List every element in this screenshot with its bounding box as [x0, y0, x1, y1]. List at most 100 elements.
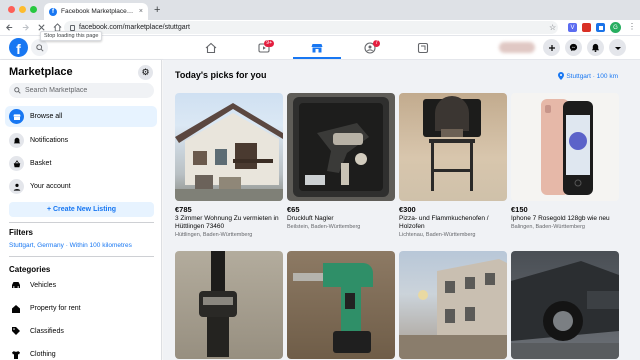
marketplace-sidebar: Marketplace ⚙ Browse all Notifications B… [0, 60, 162, 360]
watch-badge: 9+ [264, 40, 274, 47]
listing-price: €65 [287, 205, 300, 214]
listing-photo-nailer[interactable] [287, 93, 395, 201]
close-window-button[interactable] [8, 6, 15, 13]
browser-tab-bar: f Facebook Marketplace | Facebook × + [0, 0, 640, 20]
location-selector[interactable]: Stuttgart · 100 km [558, 72, 618, 80]
home-icon [205, 42, 217, 54]
listing-card[interactable] [399, 251, 507, 360]
category-label: Vehicles [30, 281, 57, 289]
category-vehicles[interactable]: Vehicles [5, 275, 157, 295]
tab-close-button[interactable]: × [139, 8, 143, 15]
lock-icon[interactable] [70, 24, 75, 31]
location-filter-link[interactable]: Stuttgart, Germany · Within 100 kilometr… [9, 242, 132, 249]
maximize-window-button[interactable] [30, 6, 37, 13]
messenger-icon [569, 43, 578, 52]
listing-price: €785 [175, 205, 192, 214]
new-tab-button[interactable]: + [154, 4, 160, 16]
bookmark-star-icon[interactable]: ☆ [549, 23, 556, 32]
extension-icon[interactable]: V [568, 23, 577, 32]
category-label: Classifieds [30, 327, 64, 335]
category-label: Clothing [30, 350, 56, 358]
browser-menu-icon[interactable]: ⋮ [628, 22, 636, 31]
user-profile-chip[interactable] [499, 42, 535, 53]
sidebar-item-basket[interactable]: Basket [5, 153, 157, 174]
page-scrollbar[interactable] [634, 60, 640, 360]
search-icon[interactable] [31, 39, 48, 56]
marketplace-search[interactable] [9, 83, 154, 98]
listing-location: Hüttlingen, Baden-Württemberg [175, 232, 253, 238]
filters-heading: Filters [9, 228, 34, 237]
listing-location: Balingen, Baden-Württemberg [511, 224, 585, 230]
listing-photo-building[interactable] [399, 251, 507, 359]
extension-puzzle-icon[interactable] [596, 23, 605, 32]
create-listing-button[interactable]: + Create New Listing [9, 202, 154, 217]
person-icon [9, 179, 24, 194]
nav-marketplace-tab[interactable] [305, 38, 329, 58]
nav-gaming-tab[interactable] [411, 38, 435, 58]
account-menu-button[interactable] [609, 39, 626, 56]
facebook-logo-icon[interactable]: f [9, 38, 28, 57]
minimize-window-button[interactable] [19, 6, 26, 13]
listing-photo-iphone[interactable] [511, 93, 619, 201]
listing-photo-drill[interactable] [287, 251, 395, 359]
listing-card[interactable] [287, 251, 395, 360]
sidebar-item-notifications[interactable]: Notifications [5, 130, 157, 151]
categories-heading: Categories [9, 265, 51, 274]
listing-location: Beilstein, Baden-Württemberg [287, 224, 361, 230]
facebook-favicon-icon: f [49, 7, 57, 16]
gaming-icon [417, 42, 429, 54]
extension-icon[interactable] [582, 23, 591, 32]
page-title: Marketplace [9, 66, 73, 78]
category-property-for-rent[interactable]: Property for rent [5, 298, 157, 318]
category-clothing[interactable]: Clothing [5, 344, 157, 360]
category-label: Property for rent [30, 304, 81, 312]
back-arrow-icon[interactable] [2, 21, 16, 35]
listing-card[interactable] [511, 251, 619, 360]
listing-location: Lichtenau, Baden-Württemberg [399, 232, 476, 238]
listing-card[interactable]: €65 Druckluft Nagler Beilstein, Baden-Wü… [287, 93, 395, 231]
listing-card[interactable]: €300 Pizza- und Flammkuchenofen / Holzof… [399, 93, 507, 239]
listing-photo-house[interactable] [175, 93, 283, 201]
storefront-icon [9, 109, 24, 124]
category-classifieds[interactable]: Classifieds [5, 321, 157, 341]
create-button[interactable] [543, 39, 560, 56]
marketplace-feed: Today's picks for you Stuttgart · 100 km… [163, 60, 640, 360]
nav-groups-tab[interactable]: 7 [358, 38, 382, 58]
sidebar-item-label: Your account [30, 183, 71, 190]
forward-arrow-icon[interactable] [18, 21, 32, 35]
browser-tab[interactable]: f Facebook Marketplace | Facebook × [44, 3, 148, 20]
profile-avatar[interactable]: G [610, 22, 621, 33]
notifications-button[interactable] [587, 39, 604, 56]
sidebar-item-your-account[interactable]: Your account [5, 176, 157, 197]
address-bar[interactable]: facebook.com/marketplace/stuttgart [64, 21, 558, 34]
sidebar-item-label: Basket [30, 160, 52, 167]
sidebar-item-browse-all[interactable]: Browse all [5, 106, 157, 127]
nav-watch-tab[interactable]: 9+ [252, 38, 276, 58]
groups-badge: 7 [373, 40, 380, 47]
listing-title: Iphone 7 Rosegold 128gb wie neu [511, 215, 610, 222]
tab-title: Facebook Marketplace | Facebook [61, 8, 135, 15]
listing-title: 3 Zimmer Wohnung Zu vermieten in Hüttlin… [175, 215, 279, 230]
plus-icon [548, 44, 555, 51]
listing-photo-truck[interactable] [511, 251, 619, 359]
search-icon [14, 87, 21, 94]
active-tab-indicator [293, 57, 341, 59]
messenger-button[interactable] [565, 39, 582, 56]
location-pin-icon [558, 72, 565, 80]
search-input[interactable] [25, 87, 145, 94]
listing-card[interactable] [175, 251, 283, 360]
nav-home-tab[interactable] [199, 38, 223, 58]
storefront-icon [311, 44, 323, 53]
stop-loading-tooltip: Stop loading this page [40, 31, 103, 41]
listing-title: Pizza- und Flammkuchenofen / Holzofen [399, 215, 489, 230]
location-label: Stuttgart · 100 km [566, 72, 618, 80]
listing-photo-pizza-oven[interactable] [399, 93, 507, 201]
listing-card[interactable]: €785 3 Zimmer Wohnung Zu vermieten in Hü… [175, 93, 283, 239]
settings-gear-icon[interactable]: ⚙ [138, 65, 153, 80]
tag-icon [10, 325, 22, 337]
listing-card[interactable]: €150 Iphone 7 Rosegold 128gb wie neu Bal… [511, 93, 619, 231]
listing-photo-part[interactable] [175, 251, 283, 359]
basket-icon [9, 156, 24, 171]
feed-heading: Today's picks for you [175, 70, 267, 80]
bell-icon [9, 133, 24, 148]
